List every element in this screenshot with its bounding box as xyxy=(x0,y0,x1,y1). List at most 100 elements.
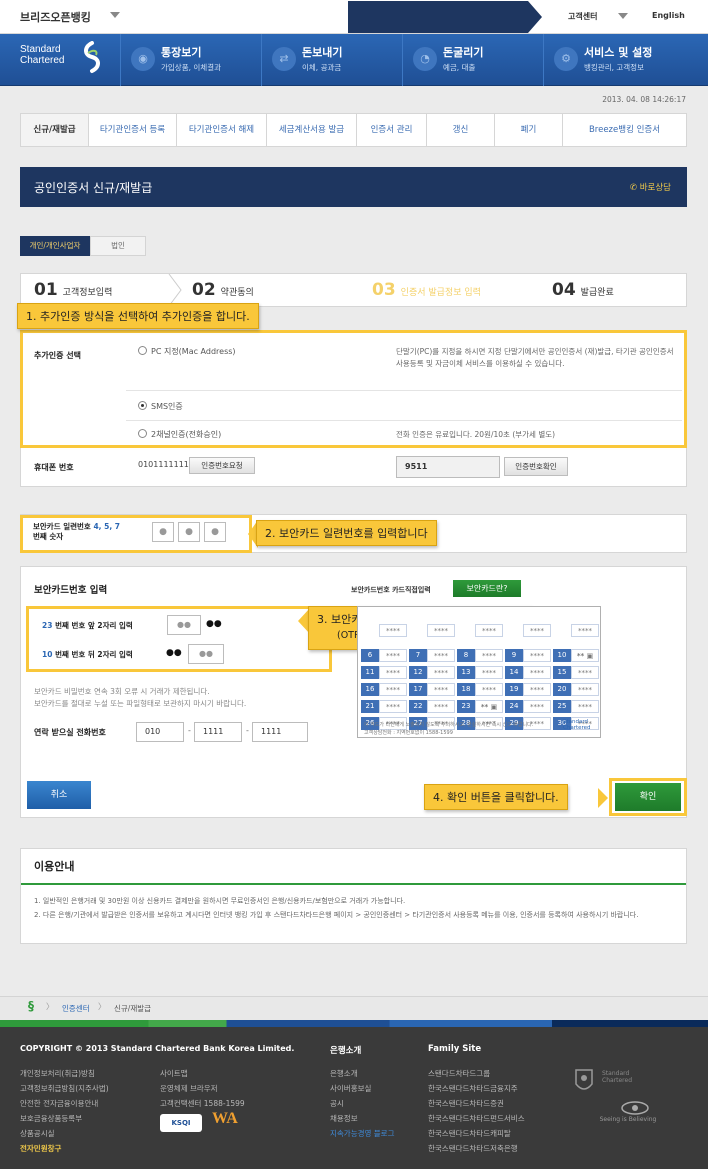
tab-renew[interactable]: 갱신 xyxy=(427,114,495,146)
guide-divider xyxy=(21,883,686,885)
grid-value-cell: **** xyxy=(379,700,407,713)
footer-col4-title: Family Site xyxy=(428,1044,482,1054)
grid-value-cell: **** xyxy=(571,624,599,637)
nav-sub: 이체, 공과금 xyxy=(302,63,342,72)
site-dropdown-icon[interactable] xyxy=(110,12,120,18)
footer-link[interactable]: 은행소개 xyxy=(330,1066,394,1081)
grid-value-cell: **** xyxy=(523,700,551,713)
footer-link[interactable]: 한국스탠다드차타드캐피탈 xyxy=(428,1126,525,1141)
radio-pc[interactable] xyxy=(138,346,147,355)
grid-value-cell: **** xyxy=(427,700,455,713)
guide-item-2-text: 다른 은행/기관에서 발급받은 인증서를 보유하고 계시다면 인터넷 뱅킹 가입… xyxy=(42,911,639,919)
cert-tabs: 신규/재발급 타기관인증서 등록 타기관인증서 해제 세금계산서용 발급 인증서… xyxy=(20,113,687,147)
tab-other-release[interactable]: 타기관인증서 해제 xyxy=(177,114,267,146)
card-notice-2: 보안카드를 절대로 누설 또는 파일형태로 보관하지 마시기 바랍니다. xyxy=(34,699,247,708)
consult-label: 바로상담 xyxy=(639,183,671,193)
auth-code-input[interactable]: 9511 xyxy=(396,456,500,478)
confirm-code-button[interactable]: 인증번호확인 xyxy=(504,457,568,476)
footer-col-1: 개인정보처리(취급)방침 고객정보취급방침(지주사법) 안전한 전자금융이용안내… xyxy=(20,1066,109,1156)
nav-item-transfer[interactable]: ⇄ 돈보내기 이체, 공과금 xyxy=(261,34,402,86)
home-icon[interactable]: § xyxy=(28,999,34,1013)
footer-link[interactable]: 한국스탠다드차타드펀드서비스 xyxy=(428,1111,525,1126)
brand-logo[interactable]: Standard Chartered xyxy=(20,44,80,76)
site-title[interactable]: 브리즈오픈뱅킹 xyxy=(20,9,91,25)
grid-number-cell: 17 xyxy=(409,683,427,696)
nav-item-invest[interactable]: ◔ 돈굴리기 예금, 대출 xyxy=(402,34,543,86)
radio-phone[interactable] xyxy=(138,429,147,438)
footer-link[interactable]: 개인정보처리(취급)방침 xyxy=(20,1066,109,1081)
page-title-bar: 공인인증서 신규/재발급 ✆ 바로상담 xyxy=(20,167,687,207)
footer-link[interactable]: 스탠다드차타드그룹 xyxy=(428,1066,525,1081)
step-4: 04 발급완료 xyxy=(552,274,614,306)
nav-item-settings[interactable]: ⚙ 서비스 및 설정 뱅킹관리, 고객정보 xyxy=(543,34,708,86)
tab-other-register[interactable]: 타기관인증서 등록 xyxy=(89,114,177,146)
footer-col-2: 사이트맵 운영체제 브라우저 고객컨택센터 1588-1599 xyxy=(160,1066,245,1111)
guide-item-2: 2. 다른 은행/기관에서 발급받은 인증서를 보유하고 계시다면 인터넷 뱅킹… xyxy=(34,911,639,919)
customer-center-link[interactable]: 고객센터 xyxy=(568,11,597,22)
footer-link[interactable]: 고객정보취급방침(지주사법) xyxy=(20,1081,109,1096)
subtab-personal[interactable]: 개인/개인사업자 xyxy=(20,236,90,256)
step-label: 인증서 발급정보 입력 xyxy=(400,288,481,298)
step-label: 약관동의 xyxy=(220,288,254,298)
confirm-button[interactable]: 확인 xyxy=(615,783,681,811)
serial-input-2[interactable]: ● xyxy=(178,522,200,542)
tel-input-3[interactable]: 1111 xyxy=(252,722,308,742)
consult-link[interactable]: ✆ 바로상담 xyxy=(630,181,671,193)
grid-number-cell: 8 xyxy=(457,649,475,662)
customer-center-dropdown-icon[interactable] xyxy=(618,13,628,19)
tab-breeze-cert[interactable]: Breeze뱅킹 인증서 xyxy=(563,114,686,146)
footer-link[interactable]: 보호금융상품등록부 xyxy=(20,1111,109,1126)
footer-link[interactable]: 상품공시실 xyxy=(20,1126,109,1141)
footer-link[interactable]: 한국스탠다드차타드증권 xyxy=(428,1096,525,1111)
active-step-bg xyxy=(348,1,528,33)
tel-input-2[interactable]: 1111 xyxy=(194,722,242,742)
grid-value-cell: **** xyxy=(379,624,407,637)
grid-note-2: 고객상담전화 : 지역번호없이 1588-1599 xyxy=(364,730,453,736)
grid-number-cell: 19 xyxy=(505,683,523,696)
footer-link[interactable]: 사이버홍보실 xyxy=(330,1081,394,1096)
nav-item-view-account[interactable]: ◉ 통장보기 가입상품, 이체결과 xyxy=(120,34,261,86)
nav-title: 통장보기 xyxy=(161,46,202,59)
request-code-button[interactable]: 인증번호요청 xyxy=(189,457,255,474)
what-is-card-button[interactable]: 보안카드란? xyxy=(453,580,521,597)
footer-link[interactable]: 고객컨택센터 1588-1599 xyxy=(160,1096,245,1111)
footer-link[interactable]: 한국스탠다드차타드금융지주 xyxy=(428,1081,525,1096)
serial-input-3[interactable]: ● xyxy=(204,522,226,542)
tab-new-reissue[interactable]: 신규/재발급 xyxy=(21,114,89,146)
step-num: 04 xyxy=(552,280,576,300)
row1-mask: ●● xyxy=(206,619,222,629)
breadcrumb-cert-center[interactable]: 인증센터 xyxy=(62,1003,90,1014)
grid-value-cell: ** ▣ xyxy=(571,649,599,662)
row1-text: 번째 번호 앞 2자리 입력 xyxy=(55,621,133,630)
step-3: 03 인증서 발급정보 입력 xyxy=(372,274,481,306)
grid-note: 이 카드가 타인에게 노출되지 않도록 주의하시고, 분실하시면 즉시 신고 바… xyxy=(364,722,534,728)
desc-pc: 단말기(PC)를 지정을 하시면 지정 단말기에서만 공인인증서 (재)발급, … xyxy=(396,347,674,368)
step-1: 01 고객정보입력 xyxy=(34,274,112,306)
radio-sms[interactable] xyxy=(138,401,147,410)
tab-revoke[interactable]: 폐기 xyxy=(495,114,563,146)
footer-link[interactable]: 공시 xyxy=(330,1096,394,1111)
brand-line2: Chartered xyxy=(20,55,65,66)
step-2: 02 약관동의 xyxy=(192,274,254,306)
cancel-button[interactable]: 취소 xyxy=(27,781,91,809)
footer-link[interactable]: 안전한 전자금융이용안내 xyxy=(20,1096,109,1111)
footer-link[interactable]: 운영체제 브라우저 xyxy=(160,1081,245,1096)
grid-value-cell: **** xyxy=(475,649,503,662)
row2-input[interactable]: ●● xyxy=(188,644,224,664)
step-num: 03 xyxy=(372,280,396,300)
footer-link[interactable]: 채용정보 xyxy=(330,1111,394,1126)
english-link[interactable]: English xyxy=(652,11,685,20)
footer-link[interactable]: 한국스탠다드차타드저축은행 xyxy=(428,1141,525,1156)
grid-value-cell: ** ▣ xyxy=(475,700,503,713)
serial-input-1[interactable]: ● xyxy=(152,522,174,542)
callout-pointer-icon xyxy=(598,788,608,808)
footer-link[interactable]: 사이트맵 xyxy=(160,1066,245,1081)
footer-link-blog[interactable]: 지속가능경영 블로그 xyxy=(330,1126,394,1141)
footer-link-complaint[interactable]: 전자민원창구 xyxy=(20,1141,109,1156)
tab-cert-manage[interactable]: 인증서 관리 xyxy=(357,114,427,146)
tel-input-1[interactable]: 010 xyxy=(136,722,184,742)
subtab-corporate[interactable]: 법인 xyxy=(90,236,146,256)
security-card-image: **** **** **** **** **** 6 **** 7 **** 8 **** 9 ****… xyxy=(357,606,601,738)
tab-tax-invoice[interactable]: 세금계산서용 발급 xyxy=(267,114,357,146)
row1-input[interactable]: ●● xyxy=(167,615,201,635)
